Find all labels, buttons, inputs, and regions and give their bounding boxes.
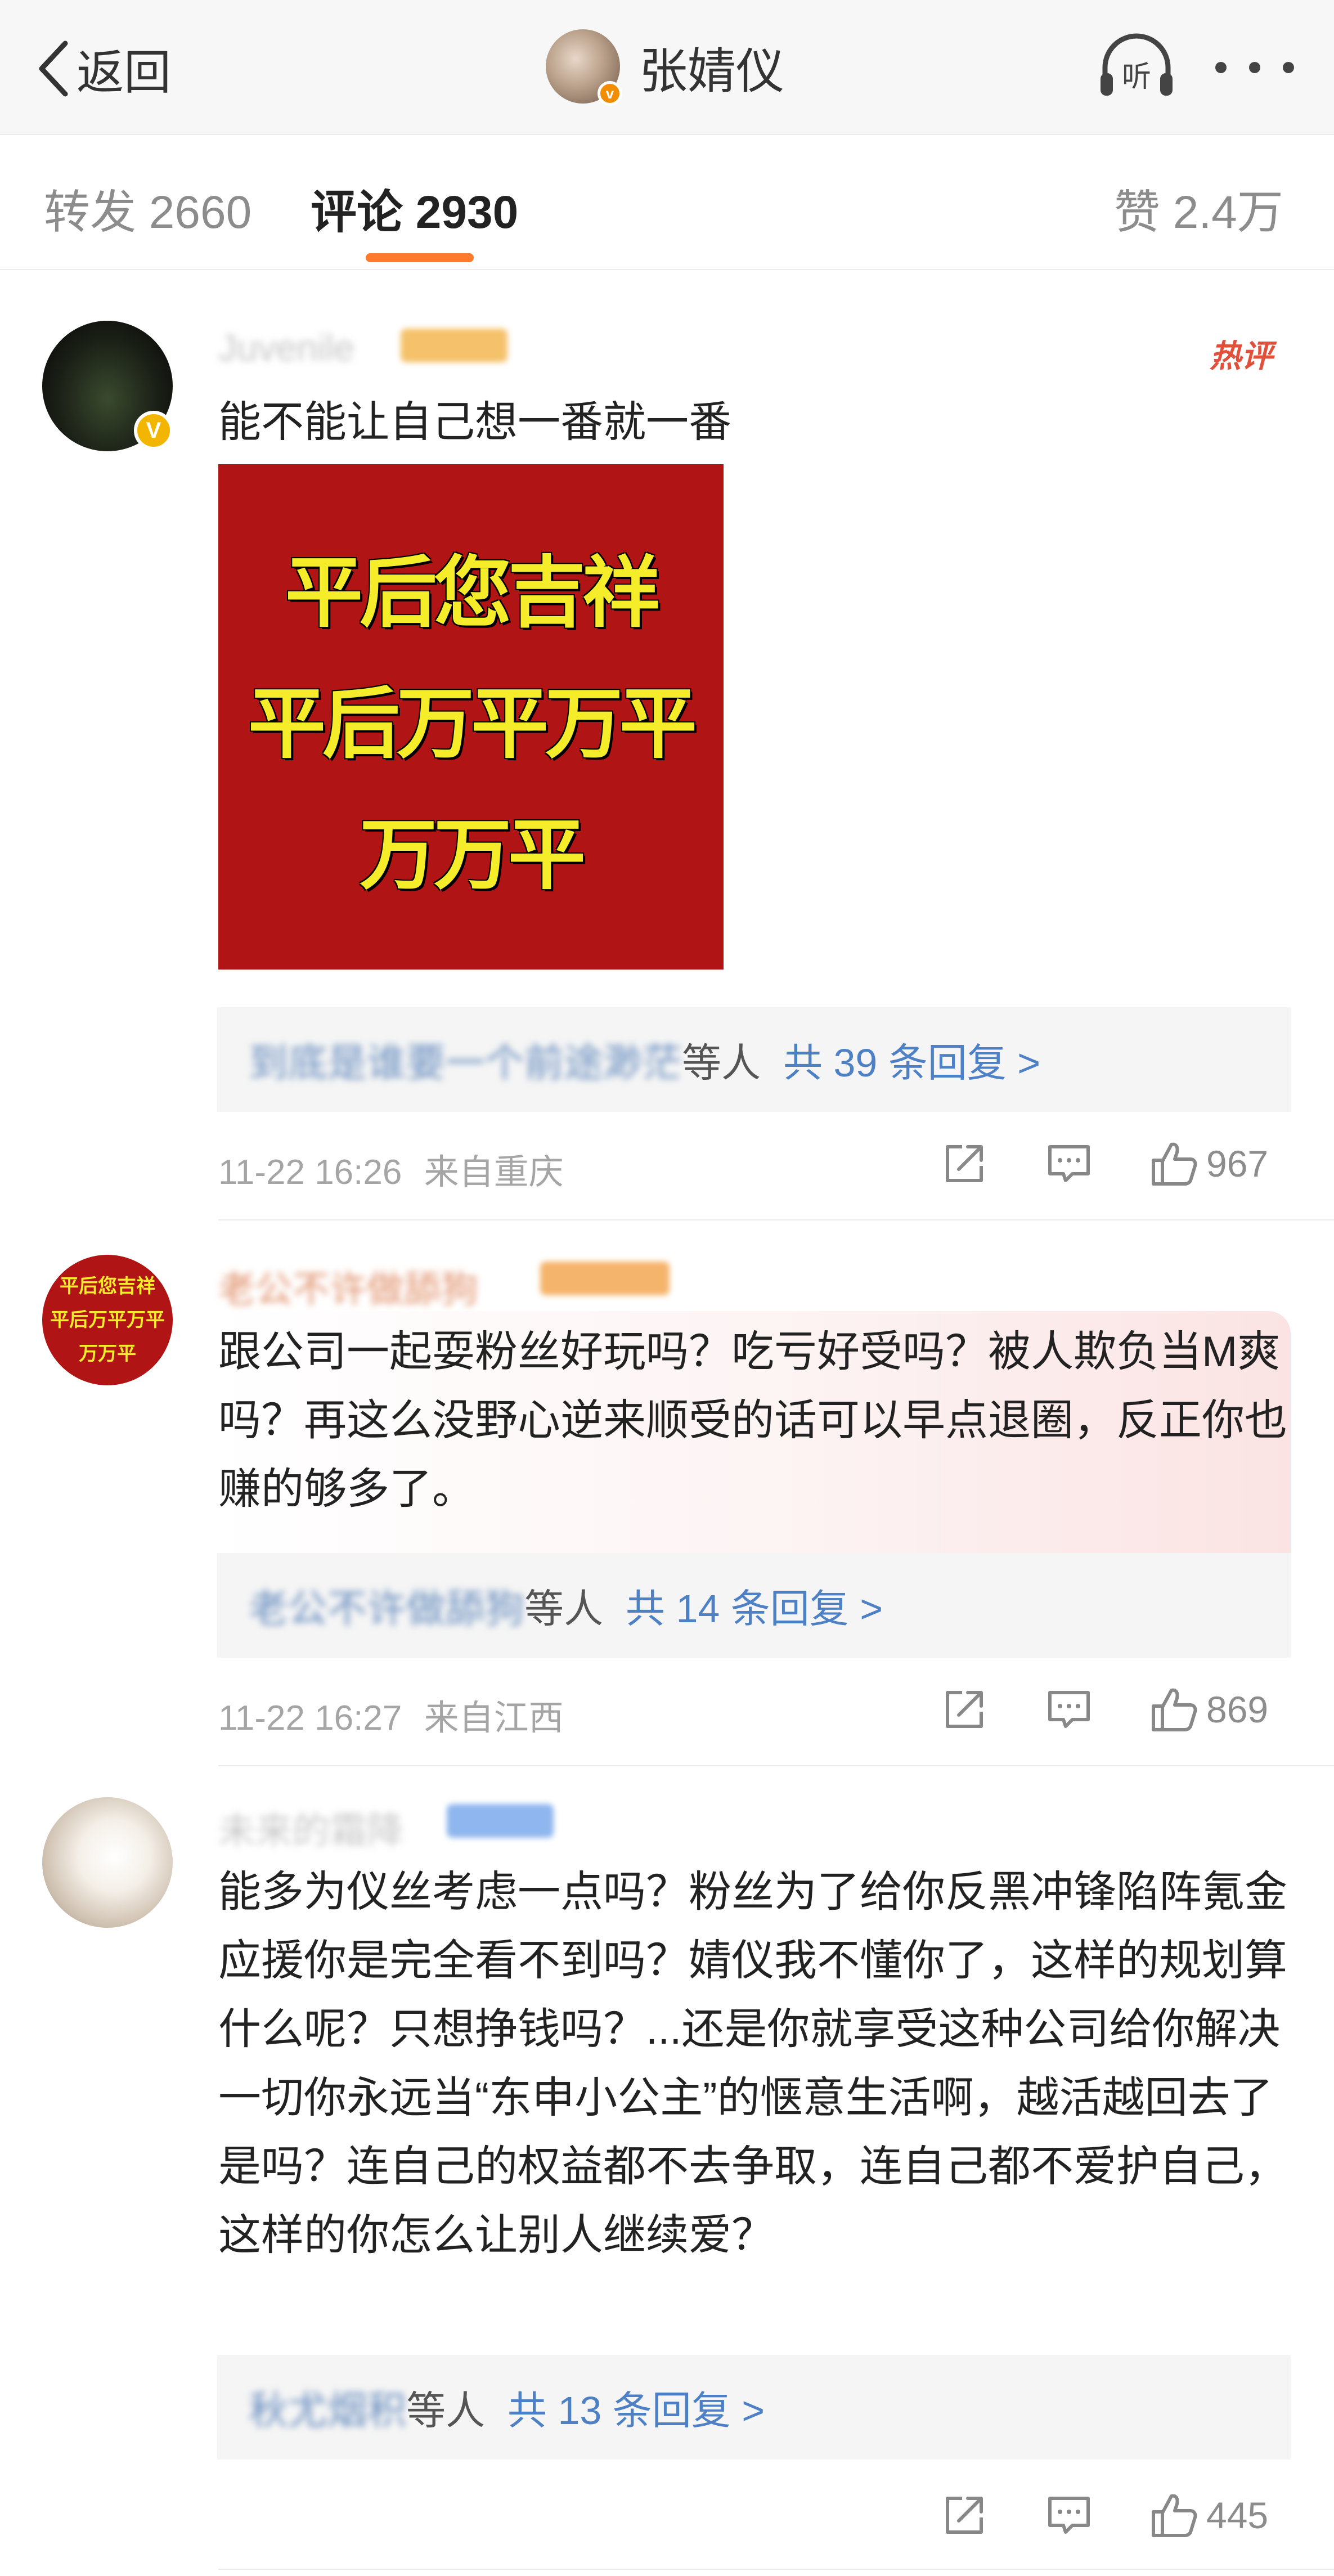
active-tab-indicator: [366, 253, 474, 262]
profile-header[interactable]: v 张婧仪: [546, 27, 784, 106]
comment-username[interactable]: Juvenile: [218, 326, 354, 369]
verified-badge-icon: V: [134, 411, 173, 450]
avatar[interactable]: v: [546, 29, 622, 106]
verified-badge-icon: v: [598, 81, 622, 106]
comment-actions: 869: [940, 1681, 1294, 1738]
reply-others-label: 等人: [524, 1586, 603, 1631]
avatar[interactable]: 平后您吉祥 平后万平万平 万万平: [42, 1255, 173, 1385]
chevron-left-icon: [39, 41, 68, 97]
reply-usernames: 老公不许做舔狗: [249, 1586, 524, 1631]
fan-badge: [401, 329, 507, 362]
comment-image[interactable]: 平后您吉祥 平后万平万平 万万平: [218, 464, 724, 970]
comment-text: 跟公司一起耍粉丝好玩吗？吃亏好受吗？被人欺负当M爽吗？再这么没野心逆来顺受的话可…: [218, 1328, 1287, 1513]
like-button[interactable]: 445: [1149, 2487, 1268, 2543]
replies-preview[interactable]: 秋尤烟积 等人 共 13 条回复 >: [217, 2355, 1291, 2460]
profile-name: 张婧仪: [639, 44, 784, 98]
tab-reposts[interactable]: 转发 2660: [44, 174, 251, 241]
comment-location: 来自江西: [424, 1699, 564, 1738]
share-button[interactable]: [940, 2487, 989, 2543]
comment-username[interactable]: 未来的霜降: [218, 1801, 404, 1855]
reply-usernames: 秋尤烟积: [249, 2388, 406, 2433]
reply-usernames: 到底是谁要一个前途渺茫: [249, 1040, 682, 1085]
avatar-text-line: 平后万平万平: [50, 1309, 165, 1331]
like-count: 869: [1206, 1689, 1269, 1730]
avatar-text-line: 万万平: [79, 1343, 136, 1365]
comment-meta: 11-22 16:26 来自重庆: [218, 1143, 564, 1194]
replies-preview[interactable]: 老公不许做舔狗 等人 共 14 条回复 >: [217, 1553, 1291, 1658]
image-text-line: 平后万平万平: [248, 680, 697, 768]
comment-tabs: 转发 2660 评论 2930 赞 2.4万: [0, 135, 1334, 270]
more-options-icon[interactable]: [1215, 56, 1294, 79]
comment-divider: [218, 1219, 1334, 1220]
share-icon: [946, 1145, 983, 1182]
headphones-listen-icon[interactable]: 听: [1097, 33, 1176, 100]
back-button[interactable]: 返回: [34, 35, 171, 102]
comment-divider: [218, 2569, 1334, 2570]
reply-count-link[interactable]: 共 14 条回复 >: [626, 1577, 883, 1634]
comment-actions: 445: [940, 2487, 1294, 2543]
comment-actions: 967: [940, 1136, 1294, 1192]
comment-divider: [218, 1765, 1334, 1766]
reply-button[interactable]: [1044, 1136, 1094, 1192]
comment-icon: [1048, 2497, 1090, 2534]
share-icon: [946, 2497, 983, 2534]
reply-count-link[interactable]: 共 39 条回复 >: [783, 1031, 1040, 1088]
replies-preview[interactable]: 到底是谁要一个前途渺茫 等人 共 39 条回复 >: [217, 1007, 1291, 1112]
thumbs-up-icon: [1152, 1142, 1197, 1186]
top-nav-bar: 返回 v 张婧仪 听: [0, 0, 1334, 135]
listen-label: 听: [1122, 60, 1151, 94]
reply-button[interactable]: [1044, 2487, 1094, 2543]
reply-button[interactable]: [1044, 1681, 1094, 1738]
reply-count-link[interactable]: 共 13 条回复 >: [507, 2379, 765, 2436]
avatar[interactable]: [42, 1797, 173, 1928]
image-text-line: 平后您吉祥: [285, 550, 660, 637]
back-label: 返回: [77, 46, 172, 99]
thumbs-up-icon: [1152, 2494, 1197, 2537]
like-button[interactable]: 869: [1149, 1681, 1268, 1738]
comment-time: 11-22 16:27: [218, 1699, 402, 1738]
comment-icon: [1048, 1691, 1090, 1728]
image-text-line: 万万平: [359, 811, 586, 899]
share-button[interactable]: [940, 1681, 989, 1738]
comment-text: 能不能让自己想一番就一番: [218, 398, 731, 446]
fan-badge: [540, 1262, 670, 1295]
reply-others-label: 等人: [406, 2388, 485, 2433]
reply-others-label: 等人: [682, 1040, 761, 1085]
like-count: 967: [1206, 1143, 1269, 1184]
fan-badge: [447, 1804, 554, 1838]
comment-meta: [218, 2493, 231, 2533]
comment-icon: [1048, 1145, 1090, 1182]
comment-time: 11-22 16:26: [218, 1153, 402, 1192]
comment-location: 来自重庆: [424, 1153, 564, 1192]
comment-text: 能多为仪丝考虑一点吗？粉丝为了给你反黑冲锋陷阵氪金应援你是完全看不到吗？婧仪我不…: [218, 1868, 1287, 2259]
comment-username[interactable]: 老公不许做舔狗: [218, 1259, 478, 1313]
avatar-text-line: 平后您吉祥: [60, 1276, 155, 1297]
share-icon: [946, 1691, 983, 1728]
hot-comment-tag: 热评: [1210, 338, 1273, 374]
comment-meta: 11-22 16:27 来自江西: [218, 1689, 564, 1740]
tab-likes[interactable]: 赞 2.4万: [1114, 174, 1283, 241]
tab-comments[interactable]: 评论 2930: [311, 174, 518, 241]
share-button[interactable]: [940, 1136, 989, 1192]
like-count: 445: [1206, 2494, 1269, 2536]
like-button[interactable]: 967: [1149, 1136, 1268, 1192]
thumbs-up-icon: [1152, 1688, 1197, 1731]
